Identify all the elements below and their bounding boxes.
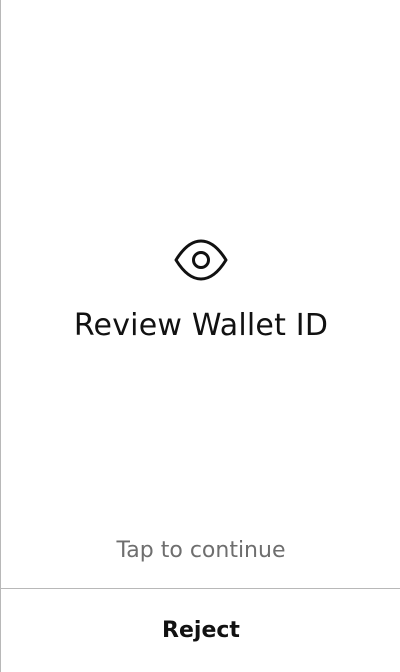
eye-icon: [174, 239, 228, 281]
tap-to-continue-area[interactable]: Review Wallet ID Tap to continue: [1, 0, 400, 588]
page-title: Review Wallet ID: [73, 308, 329, 343]
review-wallet-id-screen: Review Wallet ID Tap to continue Reject: [0, 0, 400, 672]
reject-button-label: Reject: [162, 617, 240, 643]
reject-button[interactable]: Reject: [1, 589, 400, 672]
tap-to-continue-hint: Tap to continue: [116, 538, 286, 563]
